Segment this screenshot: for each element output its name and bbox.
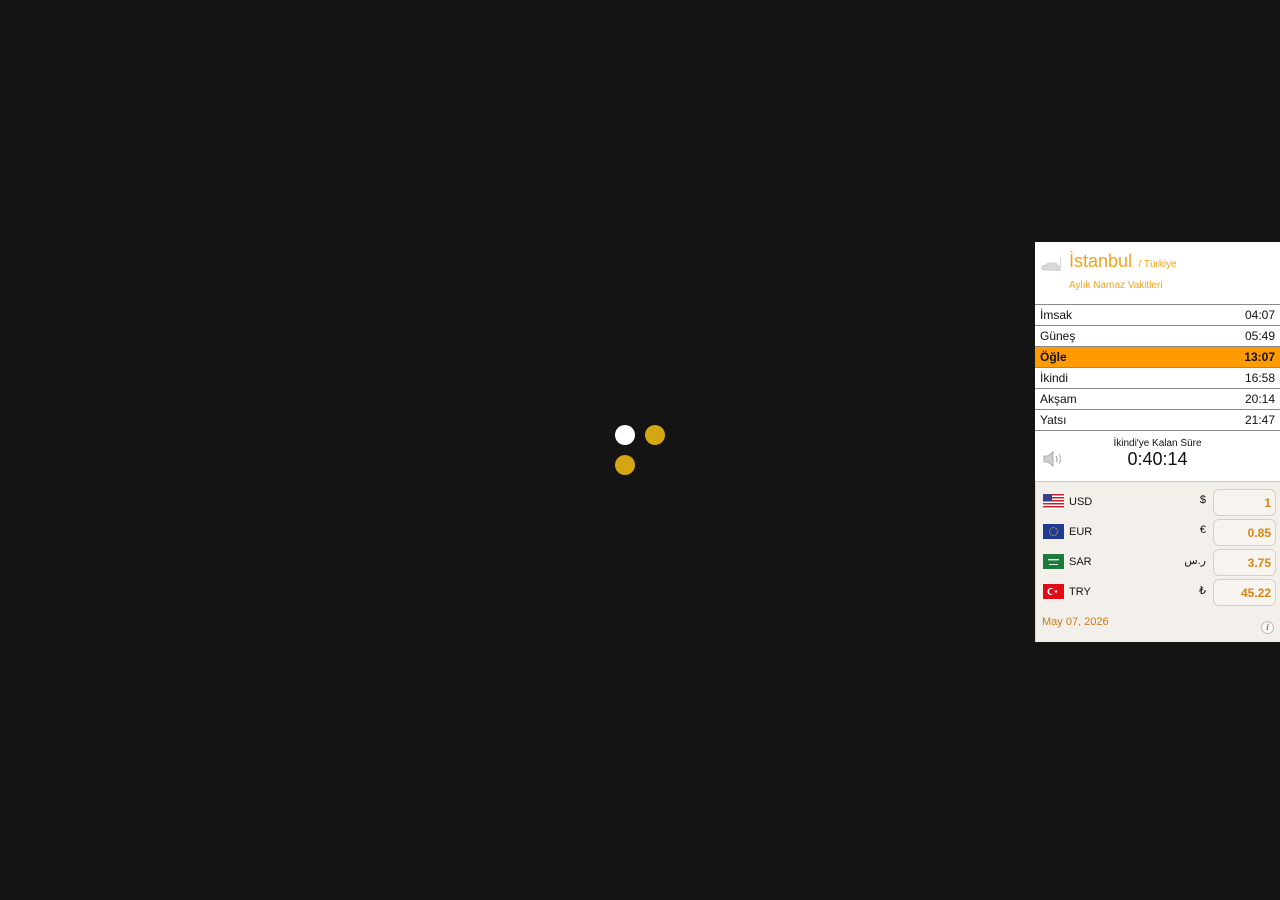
currency-row-try: TRY ₺ <box>1042 578 1276 608</box>
prayer-times-list: İmsak 04:07 Güneş 05:49 Öğle 13:07 İkind… <box>1035 305 1280 430</box>
prayer-time: 16:58 <box>1244 371 1275 385</box>
currency-converter: USD $ EUR € SAR ر.س <box>1035 481 1280 642</box>
loader-dot-icon <box>645 425 665 445</box>
widget-header: İstanbul / Türkiye Aylık Namaz Vakitleri <box>1035 242 1280 305</box>
currency-code: SAR <box>1069 556 1092 568</box>
currency-code: EUR <box>1069 526 1093 538</box>
city-name[interactable]: İstanbul <box>1069 251 1132 271</box>
sa-flag-icon <box>1043 554 1064 569</box>
countdown-timer: 0:40:14 <box>1127 449 1188 469</box>
us-flag-icon <box>1043 494 1064 509</box>
prayer-time: 20:14 <box>1244 392 1275 406</box>
eur-amount-input[interactable] <box>1213 519 1276 546</box>
prayer-row-imsak: İmsak 04:07 <box>1035 305 1280 326</box>
prayer-row-gunes: Güneş 05:49 <box>1035 326 1280 347</box>
currency-symbol: ₺ <box>1199 585 1206 597</box>
countdown: İkindi'ye Kalan Süre 0:40:14 <box>1035 430 1280 481</box>
currency-symbol: € <box>1199 524 1206 536</box>
currency-code: TRY <box>1069 586 1091 598</box>
prayer-name: Öğle <box>1040 350 1067 364</box>
prayer-name: Güneş <box>1040 329 1076 343</box>
currency-date: May 07, 2026 <box>1042 616 1109 628</box>
prayer-time: 13:07 <box>1244 350 1275 364</box>
currency-row-sar: SAR ر.س <box>1042 548 1276 578</box>
countdown-label: İkindi'ye Kalan Süre <box>1113 438 1202 449</box>
prayer-name: Akşam <box>1040 392 1077 406</box>
prayer-name: İmsak <box>1040 308 1073 322</box>
currency-row-usd: USD $ <box>1042 488 1276 518</box>
currency-row-eur: EUR € <box>1042 518 1276 548</box>
prayer-time: 05:49 <box>1244 329 1275 343</box>
currency-symbol: $ <box>1199 494 1206 506</box>
prayer-time: 21:47 <box>1244 413 1275 427</box>
cloud-icon <box>1041 257 1061 271</box>
tr-flag-icon <box>1043 584 1064 599</box>
monthly-prayer-times-link[interactable]: Aylık Namaz Vakitleri <box>1069 280 1163 291</box>
currency-symbol: ر.س <box>1184 555 1206 567</box>
prayer-times-widget: İstanbul / Türkiye Aylık Namaz Vakitleri… <box>1035 242 1280 642</box>
prayer-name: İkindi <box>1040 371 1069 385</box>
loading-spinner <box>614 424 676 486</box>
try-amount-input[interactable] <box>1213 579 1276 606</box>
eu-flag-icon <box>1043 524 1064 539</box>
prayer-time: 04:07 <box>1244 308 1275 322</box>
info-icon[interactable]: i <box>1261 621 1274 634</box>
prayer-row-ogle: Öğle 13:07 <box>1035 347 1280 368</box>
country-name: / Türkiye <box>1138 259 1177 270</box>
loader-dot-icon <box>615 455 635 475</box>
prayer-row-yatsi: Yatsı 21:47 <box>1035 410 1280 430</box>
prayer-row-ikindi: İkindi 16:58 <box>1035 368 1280 389</box>
loader-dot-icon <box>615 425 635 445</box>
currency-code: USD <box>1069 496 1093 508</box>
sar-amount-input[interactable] <box>1213 549 1276 576</box>
prayer-row-aksam: Akşam 20:14 <box>1035 389 1280 410</box>
currency-footer: May 07, 2026 i <box>1042 608 1276 638</box>
location: İstanbul / Türkiye <box>1069 251 1177 272</box>
prayer-name: Yatsı <box>1040 413 1067 427</box>
usd-amount-input[interactable] <box>1213 489 1276 516</box>
